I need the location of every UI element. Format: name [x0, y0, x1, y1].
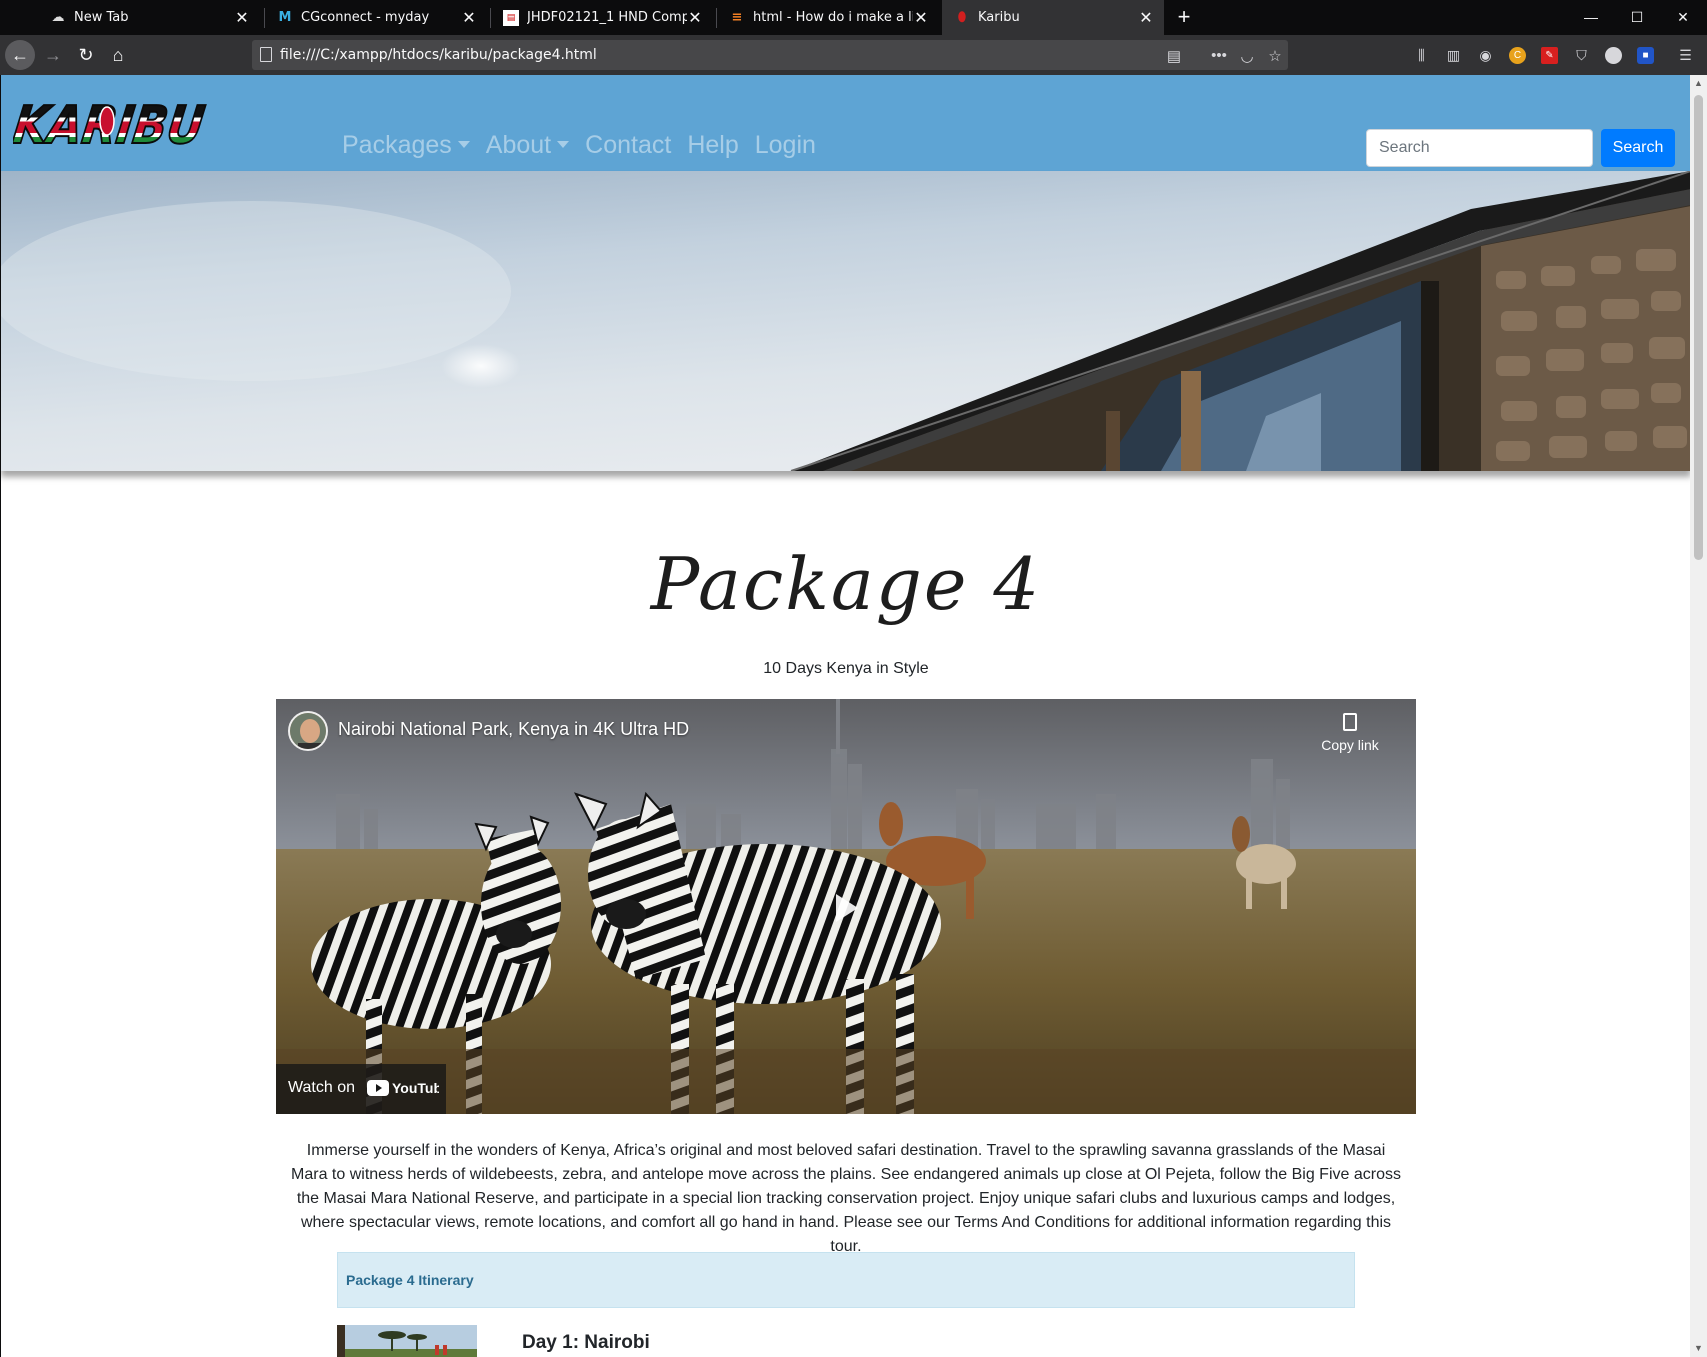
day1-heading: Day 1: Nairobi [522, 1332, 650, 1353]
svg-text:YouTube: YouTube [392, 1080, 439, 1096]
tab-new-tab[interactable]: ☁ New Tab ✕ [38, 0, 260, 35]
account-icon[interactable]: ◉ [1477, 47, 1494, 64]
close-icon[interactable]: ✕ [234, 8, 250, 27]
nav-login-link[interactable]: Login [755, 131, 816, 160]
tab-karibu[interactable]: ⬮ Karibu ✕ [942, 0, 1164, 35]
youtube-logo-icon: YouTube [367, 1079, 439, 1096]
watch-on-youtube-button[interactable]: Watch on YouTube [276, 1064, 446, 1114]
home-icon[interactable]: ⌂ [103, 40, 133, 70]
page-icon [260, 47, 272, 62]
window-close-icon[interactable]: ✕ [1660, 0, 1706, 35]
minimize-icon[interactable]: — [1568, 0, 1614, 35]
sidebar-icon[interactable]: ▥ [1445, 47, 1462, 64]
play-button-icon[interactable] [822, 886, 866, 930]
tab-title: html - How do i make a link wh [753, 10, 913, 25]
pocket-icon[interactable]: ◡ [1237, 47, 1257, 65]
extension-coin-icon[interactable]: C [1509, 47, 1526, 64]
close-icon[interactable]: ✕ [461, 8, 477, 27]
page-viewport: KARIBU Packages About Contact Help Login… [0, 75, 1707, 1357]
day1-thumbnail [337, 1325, 477, 1357]
hero-banner [1, 171, 1691, 471]
bookmark-star-icon[interactable]: ☆ [1265, 47, 1285, 65]
hamburger-menu-icon[interactable]: ☰ [1677, 47, 1694, 64]
extension-circle-icon[interactable] [1605, 47, 1622, 64]
nav-packages-dropdown[interactable]: Packages [342, 131, 470, 160]
nav-about-dropdown[interactable]: About [486, 131, 569, 160]
forward-arrow-icon[interactable]: → [38, 40, 68, 70]
search-button[interactable]: Search [1601, 129, 1675, 167]
itinerary-header[interactable]: Package 4 Itinerary [337, 1252, 1355, 1308]
nav-help-link[interactable]: Help [687, 131, 738, 160]
watch-on-label: Watch on [288, 1079, 355, 1096]
package-description: Immerse yourself in the wonders of Kenya… [291, 1142, 1401, 1255]
site-navbar: KARIBU Packages About Contact Help Login… [1, 75, 1691, 171]
reload-icon[interactable]: ↻ [71, 40, 101, 70]
youtube-video-embed[interactable]: Nairobi National Park, Kenya in 4K Ultra… [276, 699, 1416, 1114]
tab-stackoverflow[interactable]: ≡ html - How do i make a link wh ✕ [717, 0, 939, 35]
extension-blue-icon[interactable]: ■ [1637, 47, 1654, 64]
reader-view-icon[interactable]: ▤ [1164, 47, 1184, 65]
nav-contact-link[interactable]: Contact [585, 131, 671, 160]
copy-link-label: Copy link [1321, 737, 1379, 753]
video-title[interactable]: Nairobi National Park, Kenya in 4K Ultra… [338, 719, 689, 740]
browser-toolbar: ← → ↻ ⌂ file:///C:/xampp/htdocs/karibu/p… [0, 35, 1707, 75]
page-subtitle: 10 Days Kenya in Style [763, 660, 929, 677]
tab-title: Karibu [978, 10, 1020, 25]
close-icon[interactable]: ✕ [913, 8, 929, 27]
stackoverflow-icon: ≡ [731, 10, 743, 25]
new-tab-plus-icon[interactable]: + [1170, 3, 1198, 31]
tab-title: CGconnect - myday [301, 10, 430, 25]
shield-extension-icon[interactable]: ⛉ [1573, 47, 1590, 64]
library-icon[interactable]: ⫼ [1413, 47, 1430, 64]
channel-avatar[interactable] [288, 711, 328, 751]
tab-hnd-computing[interactable]: ▤ JHDF02121_1 HND Computing ✕ [491, 0, 713, 35]
page-scrollbar[interactable]: ▲ ▼ [1690, 75, 1707, 1357]
page-actions-icon[interactable]: ••• [1209, 47, 1229, 64]
back-arrow-icon[interactable]: ← [5, 40, 35, 70]
url-text[interactable]: file:///C:/xampp/htdocs/karibu/package4.… [280, 47, 597, 63]
scroll-down-icon[interactable]: ▼ [1690, 1340, 1707, 1357]
page-title: Package 4 [650, 542, 1042, 626]
pdf-icon: ▤ [503, 9, 519, 26]
scroll-up-icon[interactable]: ▲ [1690, 75, 1707, 92]
kenya-shield-icon: ⬮ [957, 10, 967, 25]
tab-title: JHDF02121_1 HND Computing [527, 10, 687, 25]
tab-title: New Tab [74, 10, 129, 25]
extension-red-icon[interactable]: ✎ [1541, 47, 1558, 64]
tab-cgconnect[interactable]: M CGconnect - myday ✕ [265, 0, 487, 35]
close-icon[interactable]: ✕ [1138, 8, 1154, 27]
tab-bar: ☁ New Tab ✕ M CGconnect - myday ✕ ▤ JHDF… [0, 0, 1707, 35]
scrollbar-thumb[interactable] [1694, 95, 1703, 560]
close-icon[interactable]: ✕ [687, 8, 703, 27]
copy-link-button[interactable]: Copy link [1320, 713, 1380, 753]
maximize-icon[interactable]: ☐ [1614, 0, 1660, 35]
address-bar[interactable]: file:///C:/xampp/htdocs/karibu/package4.… [252, 40, 1288, 70]
karibu-logo[interactable]: KARIBU [13, 95, 213, 155]
cloud-icon: ☁ [51, 10, 65, 25]
search-input[interactable]: Search [1366, 129, 1593, 167]
m-logo-icon: M [278, 10, 292, 25]
site-menu: Packages About Contact Help Login [342, 131, 816, 160]
lodge-roof-image [1, 171, 1691, 471]
copy-icon [1343, 713, 1357, 731]
